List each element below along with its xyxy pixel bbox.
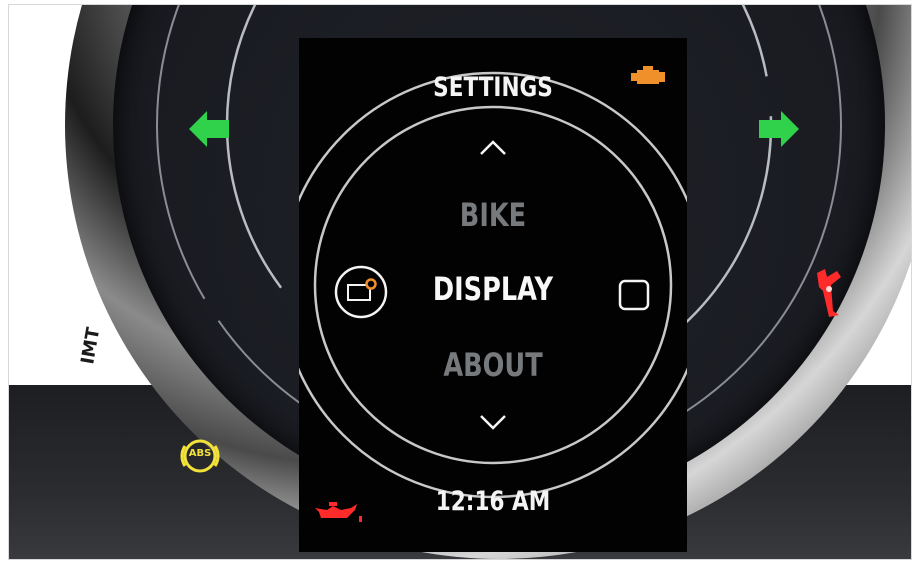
menu-item-about[interactable]: ABOUT	[338, 346, 648, 384]
left-turn-signal-icon	[189, 111, 229, 147]
svg-text:IMT: IMT	[77, 325, 104, 366]
select-square-icon[interactable]	[617, 278, 651, 312]
settings-title: SETTINGS	[433, 72, 553, 103]
right-turn-signal-icon	[759, 111, 799, 147]
chevron-down-icon[interactable]	[477, 412, 509, 432]
display-settings-icon[interactable]	[333, 264, 389, 320]
tft-display: SETTINGS BIKE DISPLAY ABOUT 12:16 AM	[299, 38, 687, 552]
abs-label: ABS	[188, 448, 212, 459]
clock-display: 12:16 AM	[435, 486, 551, 517]
abs-warning-icon: ABS	[180, 436, 220, 476]
chevron-up-icon[interactable]	[477, 138, 509, 158]
gauge-photo: IMT ABS SETTINGS BIKE DISPLAY ABOUT 12:1…	[8, 4, 912, 560]
kickstand-icon	[817, 269, 841, 317]
menu-item-bike[interactable]: BIKE	[338, 196, 648, 234]
